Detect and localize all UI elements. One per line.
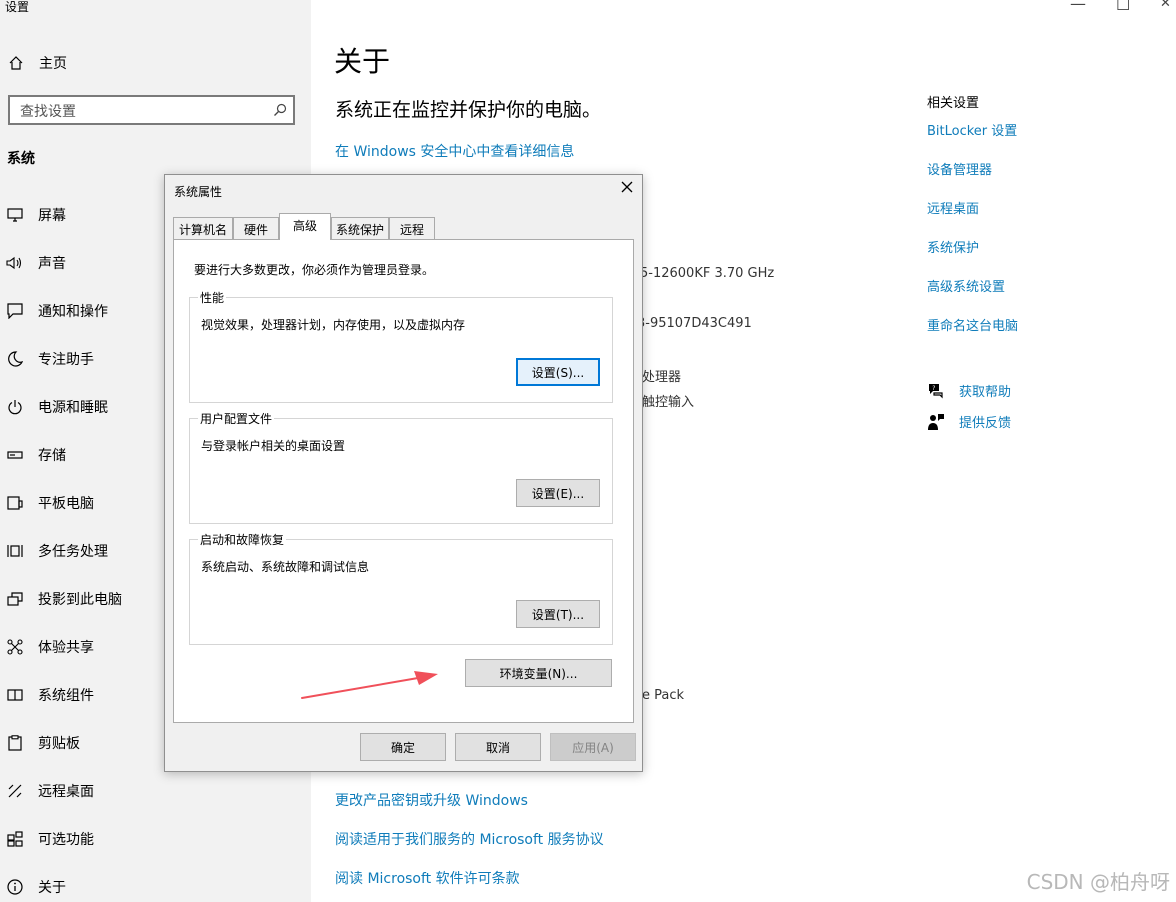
sidebar-item-label: 声音 — [38, 256, 66, 272]
storage-icon — [6, 446, 24, 464]
admin-notice: 要进行大多数更改，你必须作为管理员登录。 — [194, 263, 435, 277]
sidebar-item-label: 多任务处理 — [38, 544, 108, 560]
remote-desktop-link[interactable]: 远程桌面 — [927, 198, 979, 217]
cancel-button[interactable]: 取消 — [455, 733, 541, 761]
give-feedback-link[interactable]: 提供反馈 — [927, 412, 1011, 431]
get-help-label: 获取帮助 — [959, 385, 1012, 400]
advanced-system-settings-link[interactable]: 高级系统设置 — [927, 276, 1005, 295]
share-icon — [6, 638, 24, 656]
sidebar-item-label: 系统组件 — [38, 688, 94, 704]
pen-touch-text: 触控输入 — [642, 395, 695, 410]
startup-recovery-group: 启动和故障恢复 系统启动、系统故障和调试信息 设置(T)... — [189, 531, 613, 645]
performance-group: 性能 视觉效果，处理器计划，内存使用，以及虚拟内存 设置(S)... — [189, 289, 613, 403]
dialog-close-icon[interactable] — [620, 180, 634, 194]
group-title: 性能 — [198, 289, 227, 306]
maximize-button[interactable]: ☐ — [1116, 0, 1130, 14]
project-icon — [6, 590, 24, 608]
experience-pack-text: e Pack — [642, 688, 685, 703]
home-nav-item[interactable]: 主页 — [8, 53, 67, 73]
system-protection-link[interactable]: 系统保护 — [927, 237, 979, 256]
sidebar-item-label: 平板电脑 — [38, 496, 94, 512]
group-description: 系统启动、系统故障和调试信息 — [201, 560, 370, 574]
group-title: 启动和故障恢复 — [198, 531, 287, 548]
user-profiles-group: 用户配置文件 与登录帐户相关的桌面设置 设置(E)... — [189, 410, 613, 524]
optional-features-icon — [6, 830, 24, 848]
sidebar-item-label: 剪贴板 — [38, 736, 80, 752]
sidebar-item-optional-features[interactable]: 可选功能 — [0, 824, 311, 854]
group-title: 用户配置文件 — [198, 410, 275, 427]
tab-hardware[interactable]: 硬件 — [233, 217, 279, 239]
apply-button[interactable]: 应用(A) — [550, 733, 636, 761]
device-id-text: 3-95107D43C491 — [637, 316, 752, 331]
section-heading-system: 系统 — [7, 151, 35, 167]
sidebar-item-label: 远程桌面 — [38, 784, 94, 800]
info-icon — [6, 878, 24, 896]
close-window-button[interactable]: ✕ — [1160, 0, 1171, 11]
components-icon — [6, 686, 24, 704]
services-agreement-link[interactable]: 阅读适用于我们服务的 Microsoft 服务协议 — [335, 829, 604, 849]
user-profiles-settings-button[interactable]: 设置(E)... — [516, 479, 600, 507]
sidebar-item-about[interactable]: 关于 — [0, 872, 311, 902]
page-title: 关于 — [334, 45, 391, 78]
system-type-text: 处理器 — [642, 370, 682, 385]
dialog-title: 系统属性 — [174, 185, 223, 199]
app-title: 设置 — [5, 0, 30, 14]
notification-icon — [6, 302, 24, 320]
related-settings-heading: 相关设置 — [927, 96, 980, 111]
sidebar-item-remote-desktop[interactable]: 远程桌面 — [0, 776, 311, 806]
group-description: 视觉效果，处理器计划，内存使用，以及虚拟内存 — [201, 318, 466, 332]
environment-variables-button[interactable]: 环境变量(N)... — [465, 659, 612, 687]
sidebar-item-label: 电源和睡眠 — [38, 400, 108, 416]
tab-advanced[interactable]: 高级 — [279, 213, 331, 240]
home-label: 主页 — [39, 56, 67, 72]
search-icon — [274, 103, 287, 116]
advanced-tab-panel: 要进行大多数更改，你必须作为管理员登录。 性能 视觉效果，处理器计划，内存使用，… — [173, 239, 634, 723]
tab-system-protection[interactable]: 系统保护 — [331, 217, 389, 239]
sidebar-item-label: 存储 — [38, 448, 66, 464]
svg-text:?: ? — [932, 385, 935, 392]
device-manager-link[interactable]: 设备管理器 — [927, 159, 992, 178]
sidebar-item-label: 屏幕 — [38, 208, 66, 224]
tab-computer-name[interactable]: 计算机名 — [173, 217, 233, 239]
feedback-icon — [928, 413, 944, 430]
help-chat-icon: ? — [929, 383, 943, 398]
display-icon — [6, 206, 24, 224]
remote-icon — [6, 782, 24, 800]
tab-remote[interactable]: 远程 — [389, 217, 435, 239]
speaker-icon — [6, 254, 24, 272]
sidebar-item-label: 投影到此电脑 — [38, 592, 122, 608]
sidebar-item-label: 体验共享 — [38, 640, 94, 656]
watermark-text: CSDN @柏舟呀 — [1026, 870, 1170, 894]
annotation-arrow-icon — [301, 671, 438, 699]
tablet-icon — [6, 494, 24, 512]
license-terms-link[interactable]: 阅读 Microsoft 软件许可条款 — [335, 868, 520, 888]
settings-search-box[interactable]: 查找设置 — [8, 95, 295, 125]
security-center-link[interactable]: 在 Windows 安全中心中查看详细信息 — [335, 141, 574, 161]
change-product-key-link[interactable]: 更改产品密钥或升级 Windows — [335, 790, 528, 810]
sidebar-item-label: 可选功能 — [38, 832, 94, 848]
get-help-link[interactable]: ? 获取帮助 — [927, 381, 1011, 400]
search-placeholder: 查找设置 — [20, 104, 76, 120]
home-icon — [9, 56, 23, 70]
give-feedback-label: 提供反馈 — [959, 416, 1012, 431]
moon-icon — [6, 350, 24, 368]
startup-recovery-settings-button[interactable]: 设置(T)... — [516, 600, 600, 628]
sidebar-item-label: 关于 — [38, 880, 66, 896]
power-icon — [6, 398, 24, 416]
group-description: 与登录帐户相关的桌面设置 — [201, 439, 346, 453]
protection-status-text: 系统正在监控并保护你的电脑。 — [335, 99, 602, 121]
minimize-button[interactable]: — — [1070, 0, 1086, 13]
performance-settings-button[interactable]: 设置(S)... — [516, 358, 600, 386]
sidebar-item-label: 通知和操作 — [38, 304, 108, 320]
clipboard-icon — [6, 734, 24, 752]
rename-pc-link[interactable]: 重命名这台电脑 — [927, 315, 1018, 334]
processor-spec-text: 5-12600KF 3.70 GHz — [640, 266, 775, 281]
bitlocker-settings-link[interactable]: BitLocker 设置 — [927, 120, 1017, 139]
ok-button[interactable]: 确定 — [360, 733, 446, 761]
sidebar-item-label: 专注助手 — [38, 352, 94, 368]
multitask-icon — [6, 542, 24, 560]
